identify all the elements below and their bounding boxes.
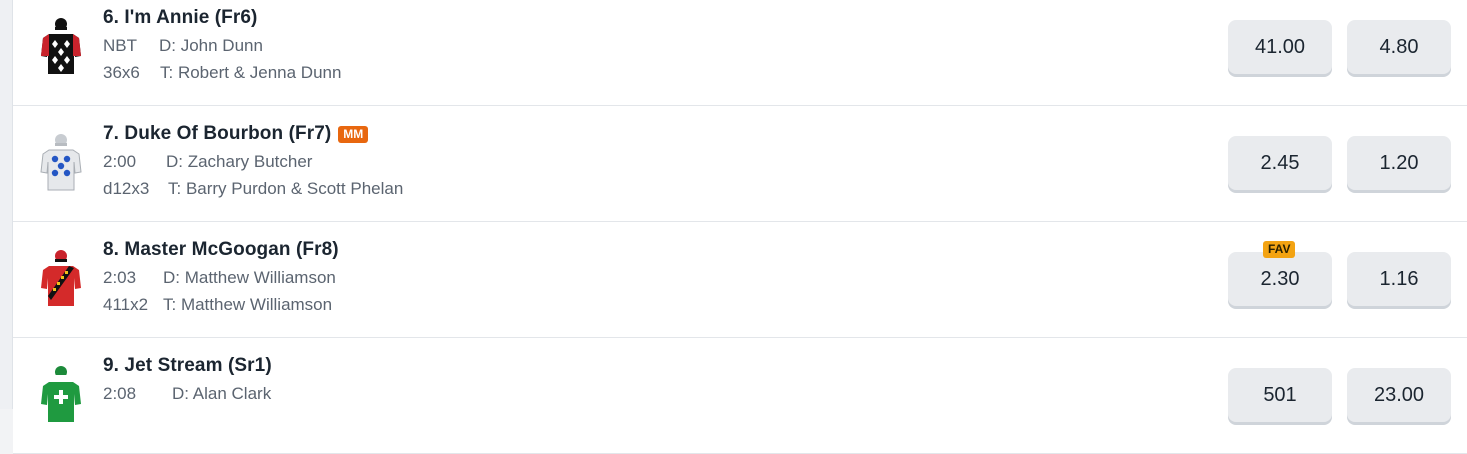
mm-badge: MM bbox=[338, 125, 369, 143]
runner-row: 7. Duke Of Bourbon (Fr7) MM 2:00 D: Zacha… bbox=[13, 106, 1467, 222]
place-odds-button[interactable]: 1.20 bbox=[1347, 136, 1451, 190]
driver-name: D: Matthew Williamson bbox=[163, 268, 336, 287]
last-start-time: 2:00 bbox=[103, 152, 137, 171]
runner-name: 7. Duke Of Bourbon (Fr7) bbox=[103, 123, 332, 144]
place-odds-button[interactable]: 23.00 bbox=[1347, 368, 1451, 422]
form-string: 411x2 bbox=[103, 295, 149, 314]
runner-row: 9. Jet Stream (Sr1) 2:08 D: Alan Clark 50… bbox=[13, 338, 1467, 454]
favourite-badge: FAV bbox=[1263, 241, 1296, 258]
jockey-silk-icon bbox=[41, 366, 81, 422]
win-odds-button[interactable]: 2.30 bbox=[1228, 252, 1332, 306]
driver-name: D: Zachary Butcher bbox=[166, 152, 313, 171]
jockey-silk-icon bbox=[41, 18, 81, 74]
trainer-name: T: Robert & Jenna Dunn bbox=[160, 63, 342, 82]
driver-name: D: John Dunn bbox=[159, 36, 263, 55]
last-start-time: NBT bbox=[103, 36, 137, 55]
runner-name: 8. Master McGoogan (Fr8) bbox=[103, 239, 339, 260]
win-odds-button[interactable]: 41.00 bbox=[1228, 20, 1332, 74]
form-string: d12x3 bbox=[103, 179, 150, 198]
runner-row: 8. Master McGoogan (Fr8) 2:03 D: Matthew … bbox=[13, 222, 1467, 338]
runner-name: 6. I'm Annie (Fr6) bbox=[103, 7, 258, 28]
left-rail bbox=[0, 0, 13, 409]
runner-name: 9. Jet Stream (Sr1) bbox=[103, 355, 272, 376]
jockey-silk-icon bbox=[40, 134, 82, 191]
driver-name: D: Alan Clark bbox=[172, 384, 272, 403]
win-odds-button[interactable]: 501 bbox=[1228, 368, 1332, 422]
last-start-time: 2:08 bbox=[103, 384, 137, 403]
win-odds-button[interactable]: 2.45 bbox=[1228, 136, 1332, 190]
place-odds-button[interactable]: 4.80 bbox=[1347, 20, 1451, 74]
form-string: 36x6 bbox=[103, 63, 140, 82]
runner-row: 6. I'm Annie (Fr6) NBT D: John Dunn 36x6 T… bbox=[13, 0, 1467, 106]
runner-list: 6. I'm Annie (Fr6) NBT D: John Dunn 36x6 T… bbox=[13, 0, 1467, 454]
jockey-silk-icon bbox=[41, 250, 81, 306]
place-odds-button[interactable]: 1.16 bbox=[1347, 252, 1451, 306]
trainer-name: T: Barry Purdon & Scott Phelan bbox=[168, 179, 404, 198]
trainer-name: T: Matthew Williamson bbox=[163, 295, 333, 314]
last-start-time: 2:03 bbox=[103, 268, 137, 287]
